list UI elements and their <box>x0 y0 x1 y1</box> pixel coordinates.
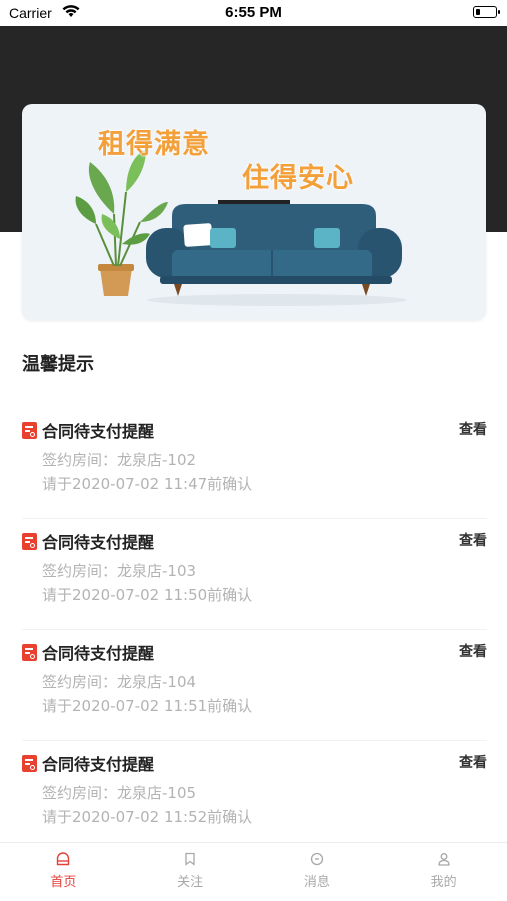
battery-icon <box>473 6 500 18</box>
tab-bar: 首页 关注 消息 我的 <box>0 842 507 901</box>
tab-home[interactable]: 首页 <box>0 843 127 901</box>
reminder-title: 合同待支付提醒 <box>42 422 155 441</box>
status-bar: Carrier 6:55 PM <box>0 0 507 26</box>
reminder-deadline: 请于2020-07-02 11:51前确认 <box>42 697 253 715</box>
tab-messages[interactable]: 消息 <box>254 843 381 901</box>
tab-profile[interactable]: 我的 <box>380 843 507 901</box>
tab-label: 消息 <box>303 875 330 890</box>
view-button[interactable]: 查看 <box>459 641 487 661</box>
reminder-room: 签约房间：龙泉店-102 <box>42 451 197 469</box>
view-button[interactable]: 查看 <box>459 530 487 550</box>
list-item: 合同待支付提醒 查看 签约房间：龙泉店-102 请于2020-07-02 11:… <box>0 408 507 519</box>
reminder-deadline: 请于2020-07-02 11:47前确认 <box>42 475 253 493</box>
contract-icon <box>22 421 37 439</box>
reminder-room: 签约房间：龙泉店-103 <box>42 562 197 580</box>
tab-label: 首页 <box>50 875 77 890</box>
message-icon <box>310 852 324 866</box>
promo-banner[interactable]: 租得满意 住得安心 <box>22 104 486 320</box>
tab-label: 关注 <box>177 875 204 890</box>
list-item: 合同待支付提醒 查看 签约房间：龙泉店-105 请于2020-07-02 11:… <box>0 741 507 852</box>
list-item: 合同待支付提醒 查看 签约房间：龙泉店-104 请于2020-07-02 11:… <box>0 630 507 741</box>
contract-icon <box>22 754 37 772</box>
reminder-title: 合同待支付提醒 <box>42 755 155 774</box>
reminder-deadline: 请于2020-07-02 11:50前确认 <box>42 586 253 604</box>
tab-follow[interactable]: 关注 <box>127 843 254 901</box>
user-icon <box>437 853 450 866</box>
section-title: 温馨提示 <box>22 354 94 375</box>
home-icon <box>57 852 70 866</box>
contract-icon <box>22 643 37 661</box>
reminder-room: 签约房间：龙泉店-105 <box>42 784 197 802</box>
list-item: 合同待支付提醒 查看 签约房间：龙泉店-103 请于2020-07-02 11:… <box>0 519 507 630</box>
banner-slogan-line1: 租得满意 <box>98 129 210 160</box>
view-button[interactable]: 查看 <box>459 752 487 772</box>
reminder-list: 合同待支付提醒 查看 签约房间：龙泉店-102 请于2020-07-02 11:… <box>0 408 507 852</box>
bookmark-icon <box>185 852 195 866</box>
status-time: 6:55 PM <box>225 4 282 21</box>
view-button[interactable]: 查看 <box>459 419 487 439</box>
reminder-title: 合同待支付提醒 <box>42 533 155 552</box>
reminder-deadline: 请于2020-07-02 11:52前确认 <box>42 808 253 826</box>
reminder-title: 合同待支付提醒 <box>42 644 155 663</box>
reminder-room: 签约房间：龙泉店-104 <box>42 673 197 691</box>
banner-slogan-line2: 住得安心 <box>242 163 354 194</box>
sofa-illustration <box>75 150 407 306</box>
contract-icon <box>22 532 37 550</box>
tab-label: 我的 <box>430 875 457 890</box>
